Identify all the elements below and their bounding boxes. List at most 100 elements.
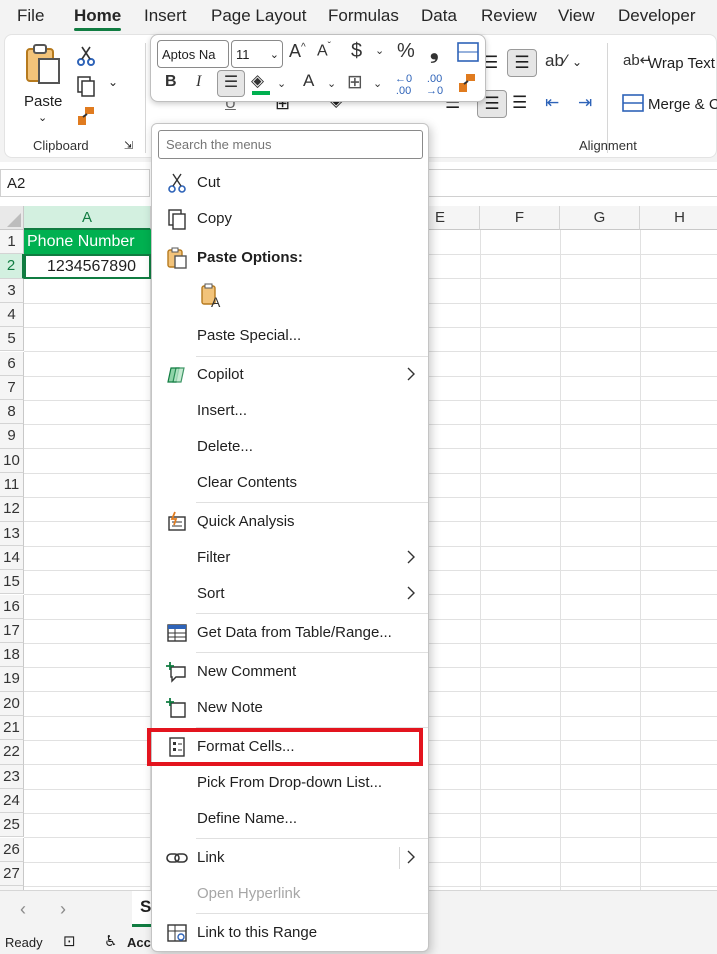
orientation-icon[interactable]: ab⁄ [545,51,567,71]
row-header[interactable]: 14 [0,545,24,571]
chevron-down-icon[interactable]: ⌄ [327,77,336,90]
chevron-left-icon[interactable]: ‹ [20,899,26,920]
row-header[interactable]: 25 [0,813,24,838]
menu-item-define-name[interactable]: Define Name... [152,802,428,836]
menu-item-filter[interactable]: Filter [152,541,428,575]
column-header-g[interactable]: G [560,206,640,230]
paste-button[interactable]: Paste ⌄ [17,41,67,125]
menu-item-cut[interactable]: Cut [152,166,428,200]
row-header[interactable]: 1 [0,230,24,255]
borders-icon[interactable]: ⊞ [347,71,363,94]
row-header[interactable]: 7 [0,375,24,401]
menu-item-copilot[interactable]: Copilot [152,358,428,392]
row-header[interactable]: 9 [0,424,24,449]
align-right-icon[interactable]: ☰ [512,93,527,113]
menu-item-get-data[interactable]: Get Data from Table/Range... [152,616,428,650]
align-center-button[interactable]: ☰ [217,70,245,97]
menu-item-copy[interactable]: Copy [152,202,428,236]
row-header[interactable]: 18 [0,643,24,668]
chevron-down-icon[interactable]: ⌄ [572,55,582,69]
fill-color-icon[interactable]: ◈ [251,71,264,91]
row-header[interactable]: 15 [0,570,24,595]
row-header[interactable]: 16 [0,594,24,619]
tab-file[interactable]: File [17,6,44,26]
tab-view[interactable]: View [558,6,595,26]
menu-item-new-note[interactable]: New Note [152,691,428,725]
cell-a1[interactable]: Phone Number [24,230,151,255]
paste-keep-formatting-icon[interactable]: A [200,283,224,309]
column-header-a[interactable]: A [24,206,151,230]
row-header[interactable]: 19 [0,667,24,692]
column-header-h[interactable]: H [640,206,717,230]
formula-input[interactable] [428,169,717,197]
row-header[interactable]: 2 [0,254,24,279]
format-painter-icon[interactable] [75,105,97,127]
chevron-down-icon[interactable]: ⌄ [277,77,286,90]
row-header[interactable]: 3 [0,278,24,303]
menu-item-pick-dropdown[interactable]: Pick From Drop-down List... [152,766,428,800]
increase-font-size-icon[interactable]: A^ [289,41,306,62]
menu-item-quick-analysis[interactable]: Quick Analysis [152,505,428,539]
decrease-font-size-icon[interactable]: Aˇ [317,41,331,60]
copy-icon[interactable] [75,75,97,97]
decrease-indent-icon[interactable]: ⇤ [545,93,559,113]
merge-center-button[interactable]: Merge & C [648,96,717,113]
decrease-decimal-icon[interactable]: .00 →0 [426,73,443,97]
row-header[interactable]: 26 [0,837,24,862]
row-header[interactable]: 12 [0,497,24,522]
row-header[interactable]: 23 [0,764,24,789]
cell-a2[interactable]: 1234567890 [24,254,151,279]
select-all-button[interactable] [0,206,24,230]
tab-review[interactable]: Review [481,6,537,26]
tab-data[interactable]: Data [421,6,457,26]
currency-format-icon[interactable]: $ [351,40,362,63]
align-middle-icon[interactable]: ☰ [507,49,537,77]
row-header[interactable]: 17 [0,618,24,644]
name-box[interactable]: A2 [0,169,150,197]
chevron-right-icon[interactable]: › [60,899,66,920]
row-header[interactable]: 11 [0,473,24,498]
chevron-down-icon[interactable]: ⌄ [373,77,382,90]
increase-decimal-icon[interactable]: ←0.00 [395,73,412,97]
column-header-f[interactable]: F [480,206,560,230]
row-header[interactable]: 21 [0,716,24,741]
font-name-dropdown[interactable]: Aptos Na [157,40,229,68]
percent-style-icon[interactable]: % [397,40,415,63]
scissors-icon[interactable] [75,45,97,67]
menu-search-input[interactable] [158,130,423,159]
row-header[interactable]: 4 [0,302,24,328]
menu-item-delete[interactable]: Delete... [152,430,428,464]
increase-indent-icon[interactable]: ⇥ [578,93,592,113]
font-color-icon[interactable]: A [303,71,314,91]
wrap-text-button[interactable]: Wrap Text [648,55,715,72]
tab-formulas[interactable]: Formulas [328,6,399,26]
tab-developer[interactable]: Developer [618,6,696,26]
row-header[interactable]: 24 [0,788,24,814]
merge-center-icon[interactable] [457,42,479,62]
chevron-down-icon[interactable]: ⌄ [375,44,384,57]
menu-item-clear-contents[interactable]: Clear Contents [152,466,428,500]
row-header[interactable]: 22 [0,740,24,765]
menu-item-sort[interactable]: Sort [152,577,428,611]
row-header[interactable]: 5 [0,327,24,352]
row-header[interactable]: 20 [0,691,24,716]
menu-item-link[interactable]: Link [152,841,428,875]
row-header[interactable]: 13 [0,521,24,546]
menu-item-link-range[interactable]: Link to this Range [152,916,428,950]
tab-home[interactable]: Home [74,6,122,31]
bold-button[interactable]: B [165,73,177,91]
row-header[interactable]: 10 [0,448,24,473]
chevron-down-icon[interactable]: ⌄ [108,75,118,89]
accessibility-icon[interactable]: ♿ [104,932,117,950]
italic-button[interactable]: I [196,73,201,91]
menu-item-insert[interactable]: Insert... [152,394,428,428]
dialog-launcher-icon[interactable]: ⇲ [124,139,133,152]
row-header[interactable]: 6 [0,351,24,376]
menu-item-paste-special[interactable]: Paste Special... [152,319,428,353]
format-painter-icon[interactable] [456,72,478,94]
tab-page-layout[interactable]: Page Layout [211,6,306,26]
row-header[interactable]: 27 [0,861,24,887]
accessibility-status[interactable]: Acc [127,935,151,950]
font-size-dropdown[interactable]: 11 ⌄ [231,40,283,68]
menu-item-new-comment[interactable]: New Comment [152,655,428,689]
